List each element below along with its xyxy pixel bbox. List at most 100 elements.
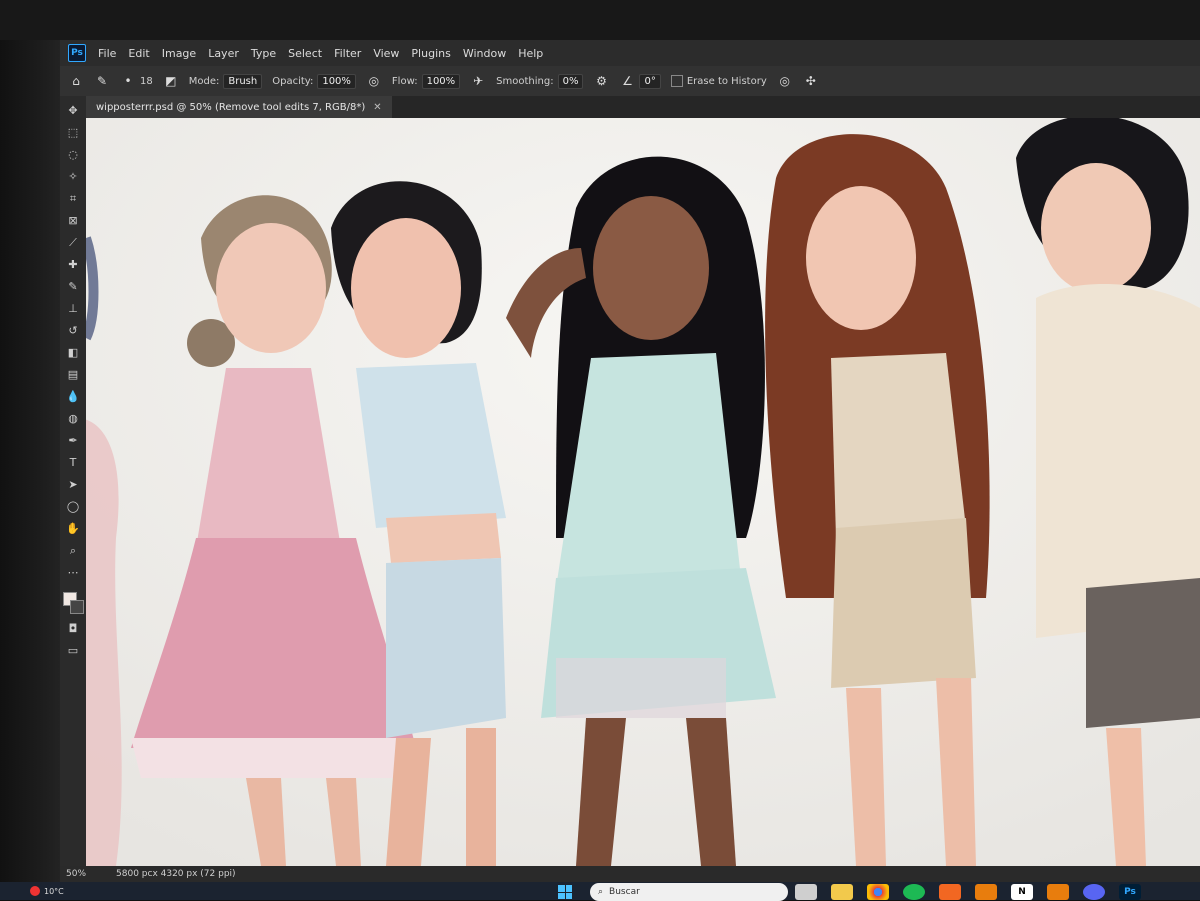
- healing-brush-tool-icon[interactable]: ✚: [65, 258, 81, 272]
- document-tab-title: wipposterrr.psd @ 50% (Remove tool edits…: [96, 101, 366, 113]
- blur-tool-icon[interactable]: 💧: [65, 390, 81, 404]
- screen-mode-icon[interactable]: ▭: [65, 644, 81, 658]
- menu-plugins[interactable]: Plugins: [411, 47, 450, 60]
- blender-icon[interactable]: [975, 884, 997, 900]
- brush-settings-icon[interactable]: ◩: [163, 73, 179, 89]
- pen-tool-icon[interactable]: ✒: [65, 434, 81, 448]
- zoom-tool-icon[interactable]: ⌕: [65, 544, 81, 558]
- blender-icon[interactable]: [1047, 884, 1069, 900]
- menu-filter[interactable]: Filter: [334, 47, 361, 60]
- angle-input[interactable]: 0°: [639, 73, 661, 89]
- search-icon: ⌕: [598, 887, 604, 897]
- brave-icon[interactable]: [939, 884, 961, 900]
- menu-window[interactable]: Window: [463, 47, 506, 60]
- clone-stamp-tool-icon[interactable]: ⊥: [65, 302, 81, 316]
- color-swatches[interactable]: [63, 592, 84, 614]
- move-tool-icon[interactable]: ✥: [65, 104, 81, 118]
- opacity-label: Opacity:: [272, 75, 314, 87]
- spotify-icon[interactable]: [903, 884, 925, 900]
- menu-file[interactable]: File: [98, 47, 116, 60]
- marquee-tool-icon[interactable]: ⬚: [65, 126, 81, 140]
- hand-tool-icon[interactable]: ✋: [65, 522, 81, 536]
- menu-image[interactable]: Image: [162, 47, 196, 60]
- opacity-control: Opacity: 100%: [272, 73, 356, 89]
- menu-view[interactable]: View: [373, 47, 399, 60]
- discord-icon[interactable]: [1083, 884, 1105, 900]
- flow-control: Flow: 100%: [391, 73, 461, 89]
- airbrush-icon[interactable]: ✈: [470, 73, 486, 89]
- tools-panel: ✥ ⬚ ◌ ✧ ⌗ ⊠ ⟋ ✚ ✎ ⊥ ↺ ◧ ▤ 💧 ◍ ✒ T ➤ ◯ ✋ …: [60, 96, 87, 874]
- mode-label: Mode:: [188, 75, 220, 87]
- options-bar: ⌂ ✎ • 18 ◩ Mode: Brush Opacity: 100% ◎ F…: [60, 66, 1200, 97]
- pinned-apps: N Ps: [795, 883, 1141, 901]
- angle-icon: ∠: [622, 74, 633, 88]
- photoshop-logo-icon: Ps: [68, 44, 86, 62]
- search-placeholder: Buscar: [609, 887, 640, 897]
- opacity-input[interactable]: 100%: [317, 73, 356, 89]
- symmetry-icon[interactable]: ✣: [803, 73, 819, 89]
- lasso-tool-icon[interactable]: ◌: [65, 148, 81, 162]
- eraser-tool-icon[interactable]: ✎: [94, 73, 110, 89]
- shape-tool-icon[interactable]: ◯: [65, 500, 81, 514]
- taskbar-search[interactable]: ⌕ Buscar: [590, 883, 788, 901]
- close-icon[interactable]: ✕: [373, 102, 381, 113]
- zoom-level[interactable]: 50%: [66, 869, 86, 879]
- pressure-opacity-icon[interactable]: ◎: [366, 73, 382, 89]
- chrome-icon[interactable]: [867, 884, 889, 900]
- menu-select[interactable]: Select: [288, 47, 322, 60]
- notion-icon[interactable]: N: [1011, 884, 1033, 900]
- mode-control: Mode: Brush: [188, 73, 263, 89]
- quick-mask-icon[interactable]: ◘: [65, 622, 81, 636]
- erase-to-history-label: Erase to History: [686, 75, 767, 87]
- monitor-frame: Ps File Edit Image Layer Type Select Fil…: [0, 0, 1200, 901]
- erase-to-history-control[interactable]: Erase to History: [670, 75, 767, 87]
- windows-start-icon[interactable]: [558, 885, 572, 899]
- weather-widget[interactable]: 10°C: [30, 882, 64, 900]
- menu-type[interactable]: Type: [251, 47, 276, 60]
- pressure-size-icon[interactable]: ◎: [777, 73, 793, 89]
- document-dimensions: 5800 pcx 4320 px (72 ppi): [116, 869, 236, 879]
- document-canvas[interactable]: [86, 118, 1200, 866]
- gradient-tool-icon[interactable]: ▤: [65, 368, 81, 382]
- menu-bar: Ps File Edit Image Layer Type Select Fil…: [60, 40, 1200, 66]
- home-icon[interactable]: ⌂: [68, 73, 84, 89]
- angle-control: ∠ 0°: [619, 73, 661, 89]
- frame-tool-icon[interactable]: ⊠: [65, 214, 81, 228]
- mode-select[interactable]: Brush: [223, 73, 263, 89]
- history-brush-tool-icon[interactable]: ↺: [65, 324, 81, 338]
- path-select-tool-icon[interactable]: ➤: [65, 478, 81, 492]
- erase-to-history-checkbox[interactable]: [670, 75, 683, 87]
- background-color-swatch[interactable]: [70, 600, 84, 614]
- artwork-image: [86, 118, 1200, 866]
- flow-label: Flow:: [391, 75, 418, 87]
- photoshop-icon[interactable]: Ps: [1119, 884, 1141, 900]
- gear-icon[interactable]: ⚙: [593, 73, 609, 89]
- smoothing-label: Smoothing:: [496, 75, 554, 87]
- quick-select-tool-icon[interactable]: ✧: [65, 170, 81, 184]
- monitor-bezel: [0, 40, 60, 900]
- menu-layer[interactable]: Layer: [208, 47, 239, 60]
- brush-size-picker[interactable]: • 18: [120, 73, 153, 89]
- menu-help[interactable]: Help: [518, 47, 543, 60]
- eraser-tool-icon[interactable]: ◧: [65, 346, 81, 360]
- weather-temp: 10°C: [44, 886, 64, 896]
- brush-size-value: 18: [140, 75, 153, 87]
- brush-tip-icon: •: [124, 74, 132, 88]
- more-tools-icon[interactable]: ⋯: [65, 566, 81, 580]
- smoothing-control: Smoothing: 0%: [496, 73, 584, 89]
- document-tab[interactable]: wipposterrr.psd @ 50% (Remove tool edits…: [86, 96, 392, 118]
- flow-input[interactable]: 100%: [421, 73, 461, 89]
- dodge-tool-icon[interactable]: ◍: [65, 412, 81, 426]
- weather-icon: [30, 886, 40, 896]
- taskbar: 10°C ⌕ Buscar N Ps: [0, 882, 1200, 901]
- menu-edit[interactable]: Edit: [128, 47, 149, 60]
- status-bar: 50% 5800 pcx 4320 px (72 ppi): [60, 866, 1200, 882]
- document-tabs: wipposterrr.psd @ 50% (Remove tool edits…: [86, 96, 1200, 118]
- folder-icon[interactable]: [831, 884, 853, 900]
- file-explorer-icon[interactable]: [795, 884, 817, 900]
- smoothing-input[interactable]: 0%: [557, 73, 584, 89]
- eyedropper-tool-icon[interactable]: ⟋: [65, 236, 81, 250]
- brush-tool-icon[interactable]: ✎: [65, 280, 81, 294]
- crop-tool-icon[interactable]: ⌗: [65, 192, 81, 206]
- type-tool-icon[interactable]: T: [65, 456, 81, 470]
